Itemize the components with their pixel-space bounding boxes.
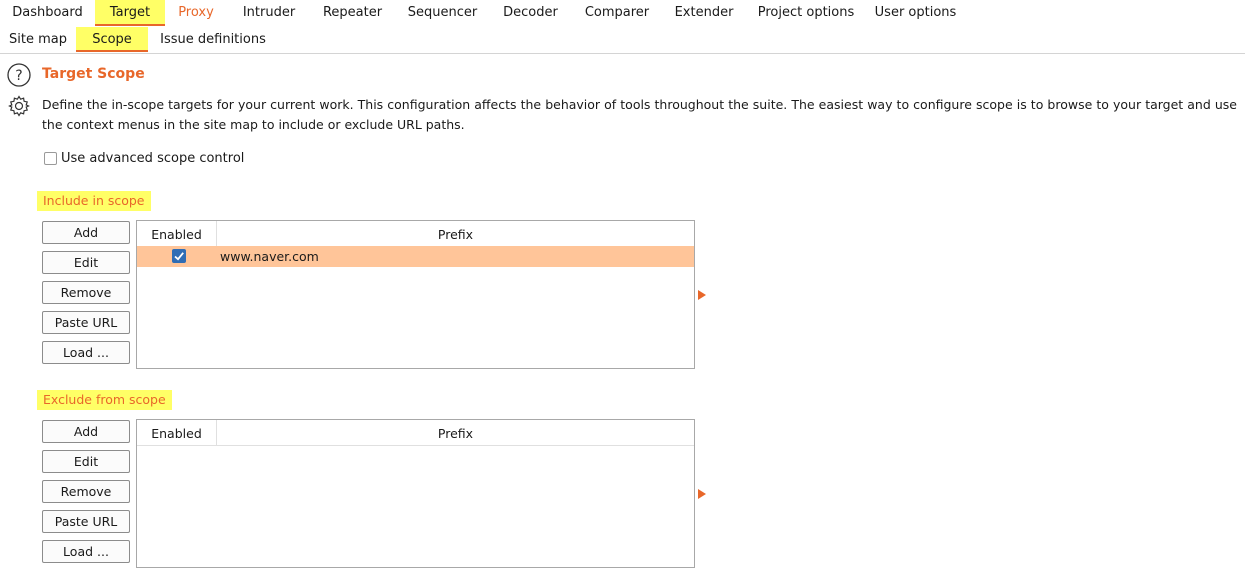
tab-project-options[interactable]: Project options	[744, 0, 868, 26]
row-enabled-checkbox[interactable]	[172, 249, 186, 263]
page-title: Target Scope	[42, 66, 145, 82]
exclude-remove-button[interactable]: Remove	[42, 480, 130, 503]
advanced-scope-label: Use advanced scope control	[61, 151, 245, 166]
tab-target[interactable]: Target	[95, 0, 165, 26]
advanced-scope-toggle[interactable]: Use advanced scope control	[44, 151, 244, 166]
expand-arrow-icon[interactable]	[698, 290, 706, 300]
exclude-table-header: Enabled Prefix	[137, 420, 694, 446]
tab-sequencer[interactable]: Sequencer	[394, 0, 491, 26]
include-edit-button[interactable]: Edit	[42, 251, 130, 274]
include-table-header: Enabled Prefix	[137, 221, 694, 247]
tab-proxy[interactable]: Proxy	[165, 0, 227, 26]
tab-dashboard[interactable]: Dashboard	[0, 0, 95, 26]
column-header-prefix[interactable]: Prefix	[217, 221, 694, 246]
column-header-prefix[interactable]: Prefix	[217, 420, 694, 445]
gear-icon[interactable]	[7, 94, 31, 118]
table-row[interactable]: www.naver.com	[137, 246, 694, 267]
expand-arrow-icon[interactable]	[698, 489, 706, 499]
tab-comparer[interactable]: Comparer	[570, 0, 664, 26]
tab-decoder[interactable]: Decoder	[491, 0, 570, 26]
exclude-edit-button[interactable]: Edit	[42, 450, 130, 473]
tab-scope[interactable]: Scope	[76, 27, 148, 52]
tab-extender[interactable]: Extender	[664, 0, 744, 26]
tab-issue-definitions[interactable]: Issue definitions	[148, 27, 278, 52]
exclude-section-label: Exclude from scope	[37, 390, 172, 410]
advanced-scope-checkbox[interactable]	[44, 152, 57, 165]
help-icon[interactable]: ?	[7, 63, 31, 87]
tab-user-options[interactable]: User options	[868, 0, 963, 26]
exclude-load-button[interactable]: Load ...	[42, 540, 130, 563]
row-prefix: www.naver.com	[220, 249, 319, 264]
exclude-table[interactable]: Enabled Prefix	[136, 419, 695, 568]
tab-site-map[interactable]: Site map	[0, 27, 76, 52]
tab-intruder[interactable]: Intruder	[227, 0, 311, 26]
main-tab-bar: Dashboard Target Proxy Intruder Repeater…	[0, 0, 1245, 28]
include-add-button[interactable]: Add	[42, 221, 130, 244]
include-load-button[interactable]: Load ...	[42, 341, 130, 364]
sub-tab-bar: Site map Scope Issue definitions	[0, 27, 1245, 54]
column-header-enabled[interactable]: Enabled	[137, 221, 217, 246]
column-header-enabled[interactable]: Enabled	[137, 420, 217, 445]
include-remove-button[interactable]: Remove	[42, 281, 130, 304]
include-table[interactable]: Enabled Prefix www.naver.com	[136, 220, 695, 369]
include-section-label: Include in scope	[37, 191, 151, 211]
include-paste-url-button[interactable]: Paste URL	[42, 311, 130, 334]
tab-repeater[interactable]: Repeater	[311, 0, 394, 26]
exclude-paste-url-button[interactable]: Paste URL	[42, 510, 130, 533]
exclude-add-button[interactable]: Add	[42, 420, 130, 443]
scope-description: Define the in-scope targets for your cur…	[42, 97, 1237, 132]
svg-text:?: ?	[15, 68, 22, 84]
